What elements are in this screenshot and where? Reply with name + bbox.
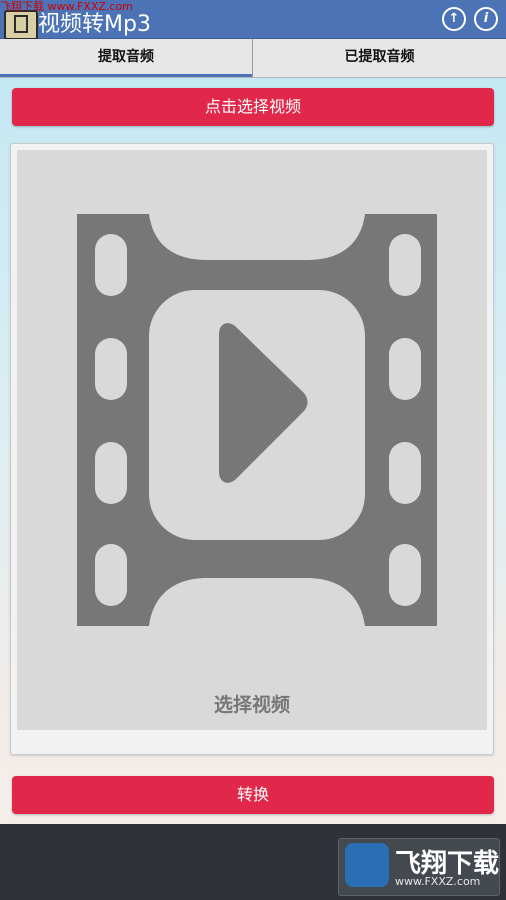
info-icon[interactable]: i	[474, 7, 498, 31]
film-play-icon	[77, 214, 437, 626]
site-watermark-logo: 飞翔下载 www.FXXZ.com	[338, 838, 500, 896]
tab-extracted-audio[interactable]: 已提取音频	[253, 39, 506, 77]
top-watermark: 飞翔下载 www.FXXZ.com	[0, 0, 133, 13]
logo-mark-icon	[345, 843, 389, 887]
convert-button[interactable]: 转换	[12, 776, 494, 814]
select-video-button[interactable]: 点击选择视频	[12, 88, 494, 126]
select-video-caption: 选择视频	[213, 694, 290, 716]
video-preview-area[interactable]: 选择视频	[17, 150, 487, 730]
video-picker-card[interactable]: 选择视频	[10, 143, 494, 755]
app-icon	[4, 10, 38, 40]
tab-extract-audio[interactable]: 提取音频	[0, 39, 252, 77]
logo-url: www.FXXZ.com	[395, 875, 481, 888]
upload-icon[interactable]: ↑	[442, 7, 466, 31]
tab-bar: 提取音频 已提取音频	[0, 39, 506, 78]
